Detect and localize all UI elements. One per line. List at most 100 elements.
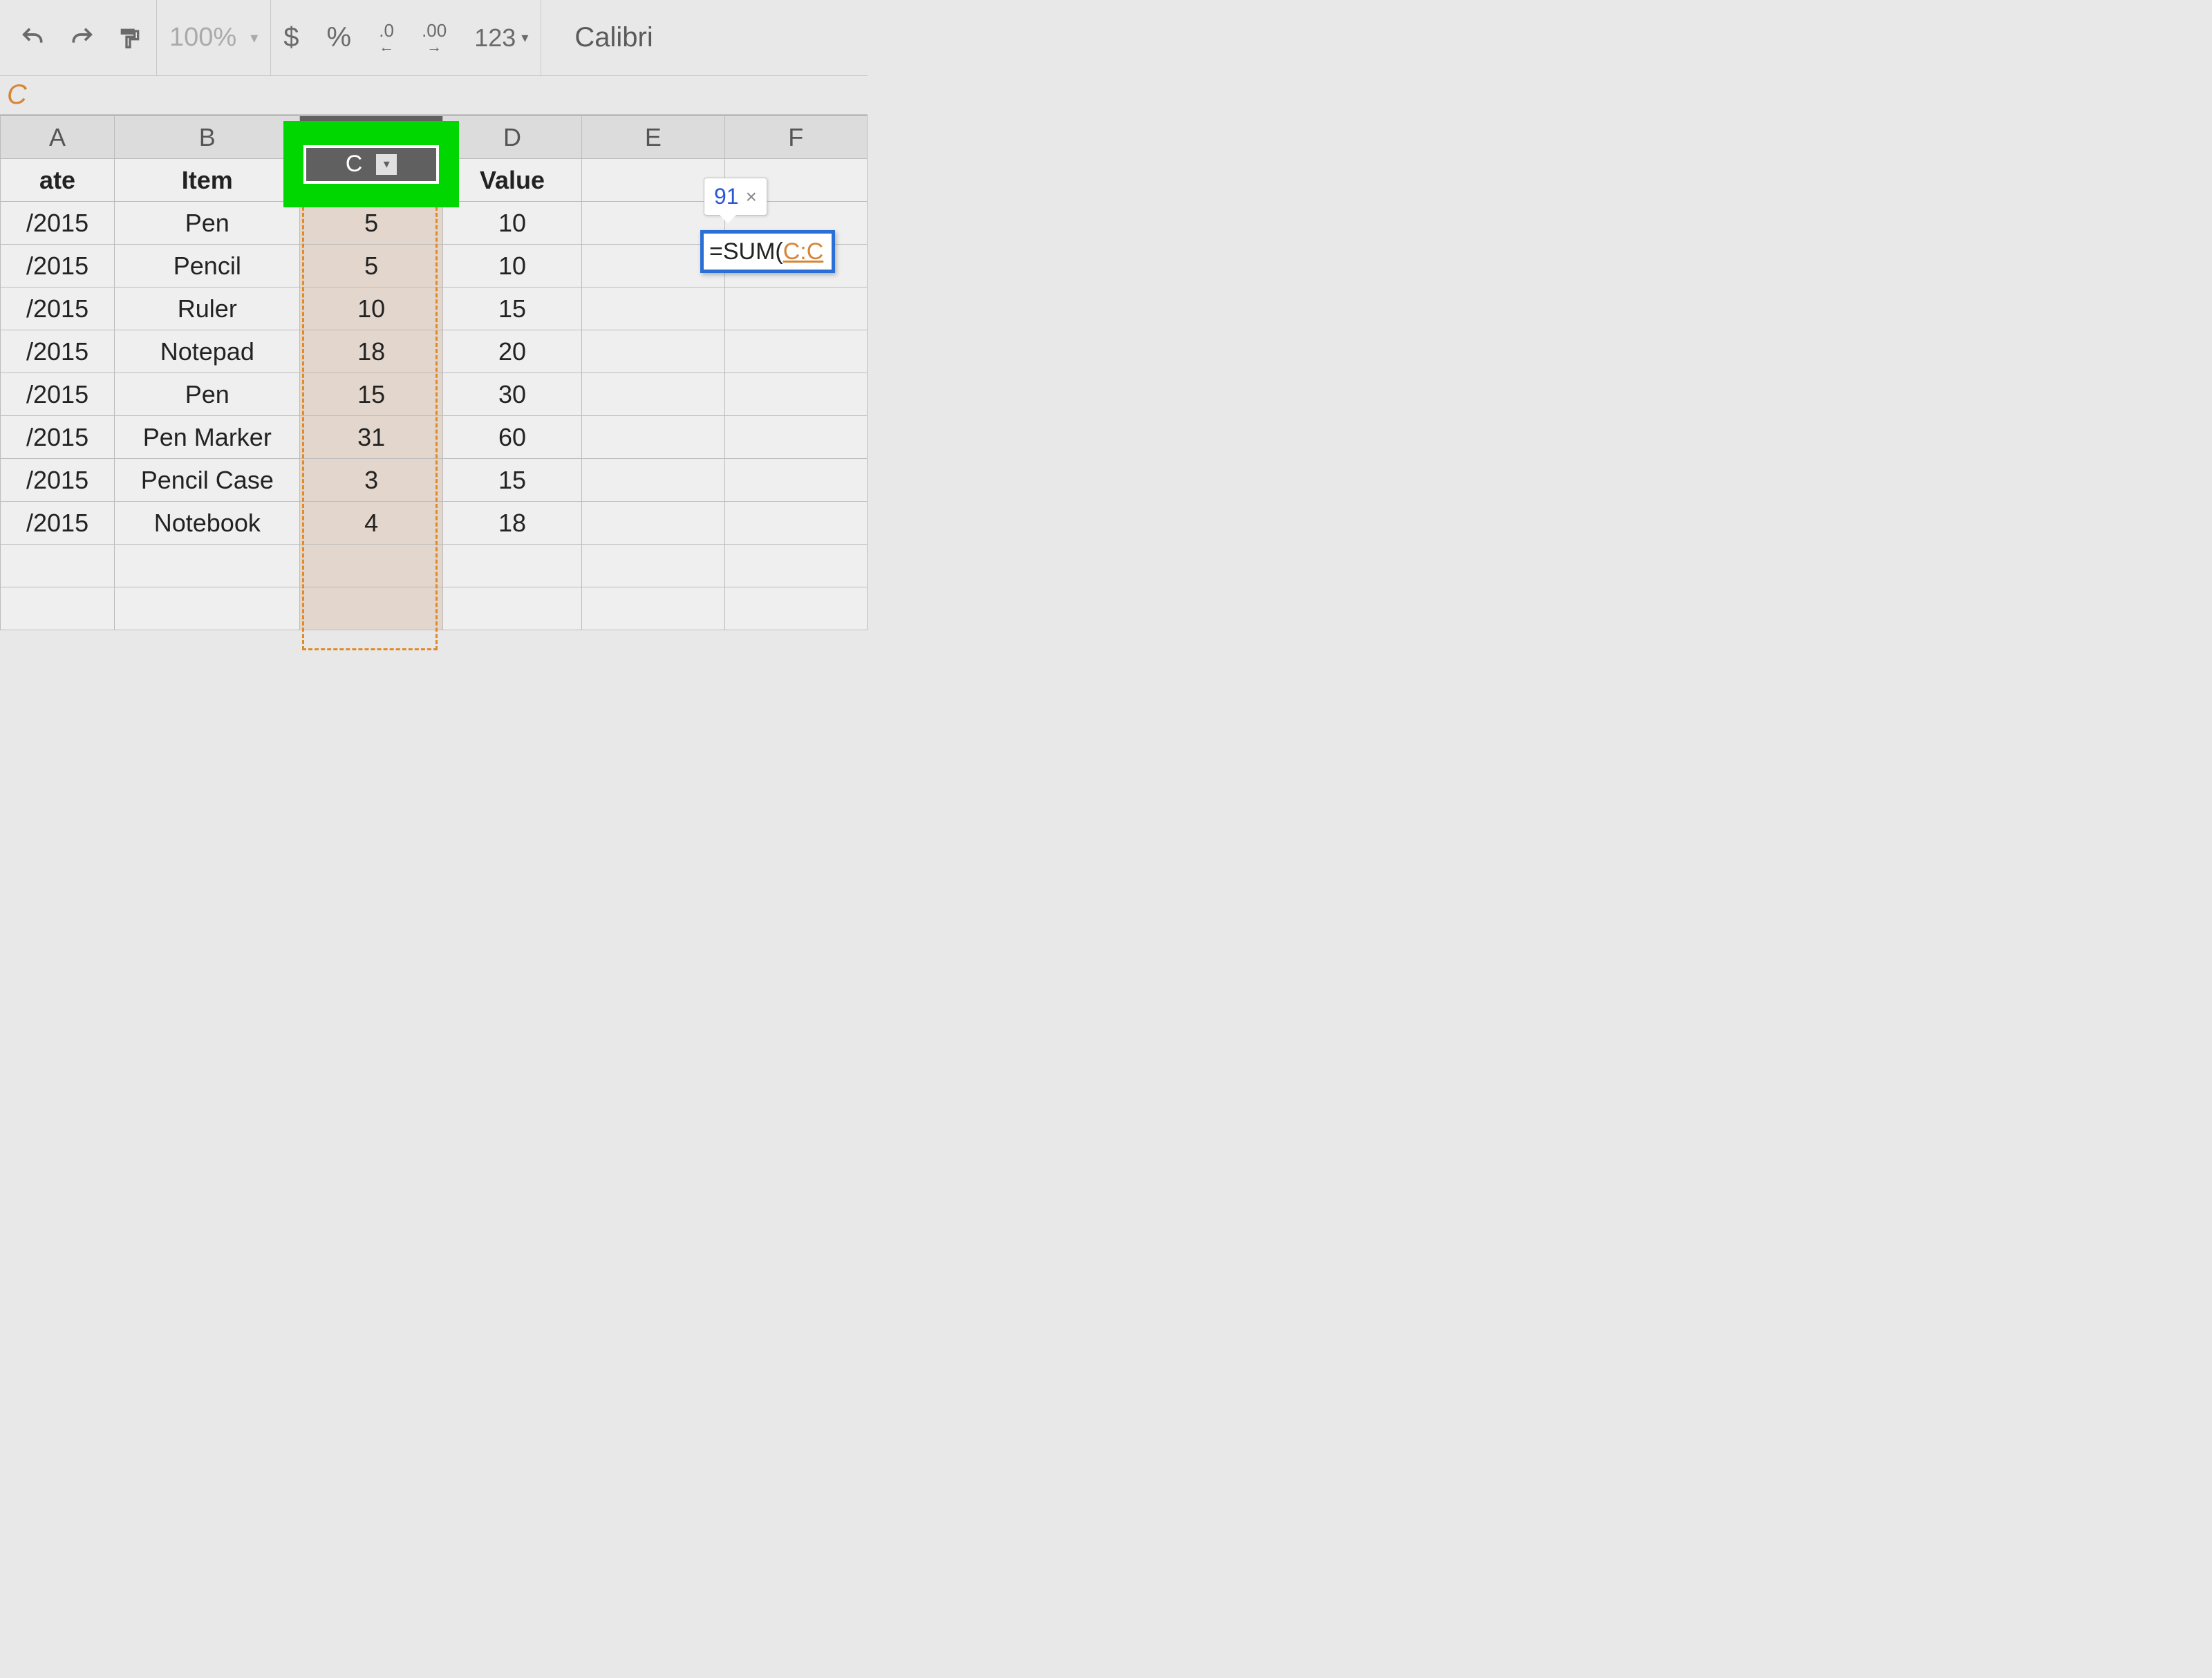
paint-format-icon[interactable] (116, 24, 144, 52)
increase-decimal-label: .00 (422, 21, 447, 39)
col-header-e[interactable]: E (582, 116, 724, 159)
cell-A5[interactable]: /2015 (1, 330, 115, 373)
increase-decimal-button[interactable]: .00 → (422, 21, 447, 55)
font-selector[interactable]: Calibri (554, 22, 673, 53)
cell-A6[interactable]: /2015 (1, 373, 115, 416)
formula-prefix: =SUM( (709, 238, 783, 265)
percent-button[interactable]: % (327, 22, 352, 53)
col-header-d[interactable]: D (442, 116, 581, 159)
redo-icon[interactable] (68, 24, 95, 52)
chevron-down-icon: ▾ (521, 29, 528, 46)
arrow-right-icon: → (427, 39, 442, 55)
cell-empty[interactable] (442, 587, 581, 630)
cell-empty[interactable] (724, 545, 867, 587)
cell-D3[interactable]: 10 (442, 245, 581, 287)
cell-empty[interactable] (115, 587, 300, 630)
table-row (1, 587, 868, 630)
cell-C2[interactable]: 5 (300, 202, 442, 245)
cell-D1[interactable]: Value (442, 159, 581, 202)
cell-D7[interactable]: 60 (442, 416, 581, 459)
cell-E8[interactable] (582, 459, 724, 502)
cell-D5[interactable]: 20 (442, 330, 581, 373)
zoom-selector[interactable]: 100% ▾ (169, 23, 258, 53)
cell-C8[interactable]: 3 (300, 459, 442, 502)
cell-A4[interactable]: /2015 (1, 287, 115, 330)
cell-F6[interactable] (724, 373, 867, 416)
toolbar-numberformat-group: $ % .0 ← .00 → 123 ▾ (271, 0, 541, 75)
cell-A2[interactable]: /2015 (1, 202, 115, 245)
cell-D8[interactable]: 15 (442, 459, 581, 502)
cell-C9[interactable]: 4 (300, 502, 442, 545)
cell-empty[interactable] (582, 545, 724, 587)
table-row: /2015Pencil Case315 (1, 459, 868, 502)
formula-result-tooltip: 91 × (704, 178, 767, 216)
col-header-b[interactable]: B (115, 116, 300, 159)
table-row: /2015Ruler1015 (1, 287, 868, 330)
cell-B8[interactable]: Pencil Case (115, 459, 300, 502)
cell-D4[interactable]: 15 (442, 287, 581, 330)
cell-F7[interactable] (724, 416, 867, 459)
cell-C7[interactable]: 31 (300, 416, 442, 459)
cell-empty[interactable] (582, 587, 724, 630)
cell-C3[interactable]: 5 (300, 245, 442, 287)
cell-A3[interactable]: /2015 (1, 245, 115, 287)
cell-empty[interactable] (300, 587, 442, 630)
cell-A9[interactable]: /2015 (1, 502, 115, 545)
cell-E6[interactable] (582, 373, 724, 416)
cell-B3[interactable]: Pencil (115, 245, 300, 287)
cell-F8[interactable] (724, 459, 867, 502)
close-icon[interactable]: × (746, 186, 757, 208)
decrease-decimal-button[interactable]: .0 ← (379, 21, 394, 55)
cell-D2[interactable]: 10 (442, 202, 581, 245)
chevron-down-icon[interactable]: ▾ (376, 154, 397, 175)
table-row: /2015Pen1530 (1, 373, 868, 416)
cell-E4[interactable] (582, 287, 724, 330)
cell-F5[interactable] (724, 330, 867, 373)
col-header-f[interactable]: F (724, 116, 867, 159)
cell-E5[interactable] (582, 330, 724, 373)
cell-F4[interactable] (724, 287, 867, 330)
cell-empty[interactable] (442, 545, 581, 587)
decrease-decimal-label: .0 (379, 21, 394, 39)
name-box[interactable]: C (7, 79, 27, 111)
toolbar-font-group: Calibri (541, 0, 686, 75)
formula-result-value: 91 (714, 184, 739, 209)
cell-B5[interactable]: Notepad (115, 330, 300, 373)
more-formats-button[interactable]: 123 ▾ (474, 23, 528, 53)
cell-A1[interactable]: ate (1, 159, 115, 202)
col-header-a[interactable]: A (1, 116, 115, 159)
cell-C6[interactable]: 15 (300, 373, 442, 416)
cell-D6[interactable]: 30 (442, 373, 581, 416)
cell-B6[interactable]: Pen (115, 373, 300, 416)
selected-col-label: C (346, 151, 363, 178)
column-c-highlight: C ▾ (283, 121, 459, 207)
formula-reference: C:C (783, 238, 824, 265)
undo-icon[interactable] (19, 24, 47, 52)
table-row: /2015Notepad1820 (1, 330, 868, 373)
cell-empty[interactable] (300, 545, 442, 587)
cell-empty[interactable] (1, 545, 115, 587)
cell-empty[interactable] (115, 545, 300, 587)
cell-A8[interactable]: /2015 (1, 459, 115, 502)
cell-C5[interactable]: 18 (300, 330, 442, 373)
cell-B9[interactable]: Notebook (115, 502, 300, 545)
cell-E7[interactable] (582, 416, 724, 459)
cell-B7[interactable]: Pen Marker (115, 416, 300, 459)
cell-empty[interactable] (1, 587, 115, 630)
more-formats-label: 123 (474, 23, 516, 53)
cell-C4[interactable]: 10 (300, 287, 442, 330)
cell-D9[interactable]: 18 (442, 502, 581, 545)
cell-B1[interactable]: Item (115, 159, 300, 202)
toolbar: 100% ▾ $ % .0 ← .00 → 123 ▾ Calibri (0, 0, 868, 76)
cell-B4[interactable]: Ruler (115, 287, 300, 330)
selected-col-header-c[interactable]: C ▾ (303, 145, 439, 184)
cell-E9[interactable] (582, 502, 724, 545)
cell-F9[interactable] (724, 502, 867, 545)
currency-button[interactable]: $ (283, 22, 299, 53)
table-row (1, 545, 868, 587)
cell-B2[interactable]: Pen (115, 202, 300, 245)
zoom-label: 100% (169, 23, 236, 53)
cell-A7[interactable]: /2015 (1, 416, 115, 459)
cell-empty[interactable] (724, 587, 867, 630)
active-cell-f2[interactable]: =SUM(C:C (700, 230, 835, 273)
